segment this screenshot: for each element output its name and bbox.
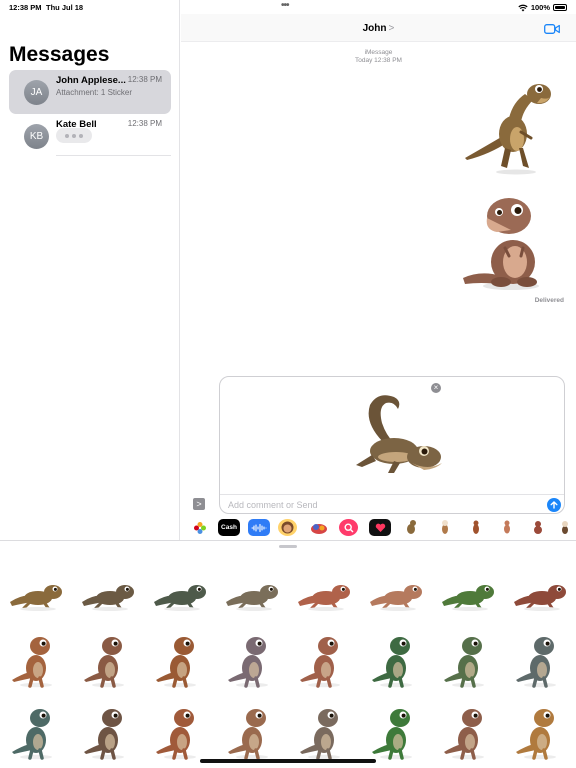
drawer-grabber[interactable] xyxy=(279,545,297,548)
contact-name: John xyxy=(362,23,387,34)
compose-box: × xyxy=(219,376,565,514)
battery-icon xyxy=(553,4,567,11)
sticker-dinosaur-12[interactable] xyxy=(216,627,288,693)
status-right: 100% xyxy=(518,3,567,12)
sticker-dinosaur-22[interactable] xyxy=(360,699,432,765)
compose-input[interactable] xyxy=(228,498,528,512)
sticker-dinosaur-10[interactable] xyxy=(72,627,144,693)
status-time: 12:38 PM xyxy=(9,3,42,12)
apps-toggle-button[interactable]: > xyxy=(193,498,205,510)
sticker-dinosaur-7[interactable] xyxy=(432,555,504,621)
fitness-app-icon[interactable] xyxy=(369,519,391,536)
sticker-dinosaur-20[interactable] xyxy=(216,699,288,765)
sticker-dinosaur-11[interactable] xyxy=(144,627,216,693)
wifi-icon xyxy=(518,4,528,11)
sticker-dinosaur-18[interactable] xyxy=(72,699,144,765)
conversation-name: John Applese... xyxy=(56,75,126,86)
sticker-dinosaur-15[interactable] xyxy=(432,627,504,693)
chat-header: John > xyxy=(181,14,576,42)
conversation-time: 12:38 PM xyxy=(127,75,162,84)
sticker-app-icon-1[interactable] xyxy=(403,519,419,536)
sticker-app-icon-3[interactable] xyxy=(468,519,484,536)
sticker-dinosaur-24[interactable] xyxy=(504,699,576,765)
status-bar: 12:38 PM Thu Jul 18 ••• 100% xyxy=(0,0,576,14)
conversation-time: 12:38 PM xyxy=(127,119,162,128)
contact-name-button[interactable]: John > xyxy=(181,23,576,34)
conversation-preview: Attachment: 1 Sticker xyxy=(56,88,133,97)
divider xyxy=(220,494,564,495)
audio-message-app-icon[interactable] xyxy=(248,519,270,536)
send-button[interactable] xyxy=(547,498,561,512)
divider xyxy=(56,155,171,156)
conversation-sidebar: Messages JA John Applese... 12:38 PM Att… xyxy=(0,0,180,540)
sticker-dinosaur-5[interactable] xyxy=(288,555,360,621)
conversation-john[interactable]: JA John Applese... 12:38 PM Attachment: … xyxy=(9,70,171,114)
sticker-dinosaur-14[interactable] xyxy=(360,627,432,693)
sticker-dinosaur-16[interactable] xyxy=(504,627,576,693)
conversation-kate[interactable]: KB Kate Bell 12:38 PM xyxy=(9,114,171,158)
delivered-status: Delivered xyxy=(534,297,564,304)
sticker-dinosaur-8[interactable] xyxy=(504,555,576,621)
sticker-dinosaur-4[interactable] xyxy=(216,555,288,621)
avatar: JA xyxy=(24,80,49,105)
sticker-dinosaur-3[interactable] xyxy=(144,555,216,621)
image-search-app-icon[interactable] xyxy=(339,519,358,536)
avatar: KB xyxy=(24,124,49,149)
typing-indicator xyxy=(56,128,92,143)
apple-cash-app-icon[interactable]: Cash xyxy=(218,519,240,536)
sticker-dinosaur-23[interactable] xyxy=(432,699,504,765)
sticker-dinosaur-19[interactable] xyxy=(144,699,216,765)
messages-app: 12:38 PM Thu Jul 18 ••• 100% Messages JA… xyxy=(0,0,576,768)
service-label: iMessage xyxy=(364,49,393,56)
memoji-app-icon[interactable] xyxy=(278,519,297,536)
sticker-dinosaur-2[interactable] xyxy=(72,555,144,621)
sticker-app-icon-2[interactable] xyxy=(437,519,453,536)
video-camera-icon[interactable] xyxy=(544,24,560,34)
sticker-drawer xyxy=(0,540,576,768)
multitasking-dots[interactable]: ••• xyxy=(281,0,289,11)
remove-attachment-button[interactable]: × xyxy=(431,383,441,393)
sticker-app-icon-5[interactable] xyxy=(530,519,546,536)
sticker-app-icon-4[interactable] xyxy=(499,519,515,536)
sticker-dinosaur-17[interactable] xyxy=(0,699,72,765)
imessage-app-strip: Cash xyxy=(181,518,576,540)
sticker-dinosaur-6[interactable] xyxy=(360,555,432,621)
sent-sticker-dinosaur-sitting[interactable] xyxy=(461,190,551,295)
sidebar-title: Messages xyxy=(9,43,110,66)
photos-app-icon[interactable] xyxy=(189,519,211,536)
sticker-dinosaur-13[interactable] xyxy=(288,627,360,693)
status-date: Thu Jul 18 xyxy=(46,3,84,12)
sticker-dinosaur-21[interactable] xyxy=(288,699,360,765)
home-indicator[interactable] xyxy=(200,759,376,763)
staged-sticker-dinosaur-lying xyxy=(356,395,442,473)
arrow-up-icon xyxy=(550,501,558,509)
digital-touch-app-icon[interactable] xyxy=(308,519,330,536)
sticker-app-icon-6[interactable] xyxy=(557,519,573,536)
sent-sticker-dinosaur-standing[interactable] xyxy=(461,76,551,176)
timestamp-label: Today 12:38 PM xyxy=(355,57,402,64)
message-timestamp: iMessage Today 12:38 PM xyxy=(181,49,576,65)
battery-percent: 100% xyxy=(530,3,550,12)
chat-pane: John > iMessage Today 12:38 PM Delivered… xyxy=(181,0,576,540)
chevron-right-icon: > xyxy=(388,23,395,34)
sticker-dinosaur-9[interactable] xyxy=(0,627,72,693)
sticker-dinosaur-1[interactable] xyxy=(0,555,72,621)
